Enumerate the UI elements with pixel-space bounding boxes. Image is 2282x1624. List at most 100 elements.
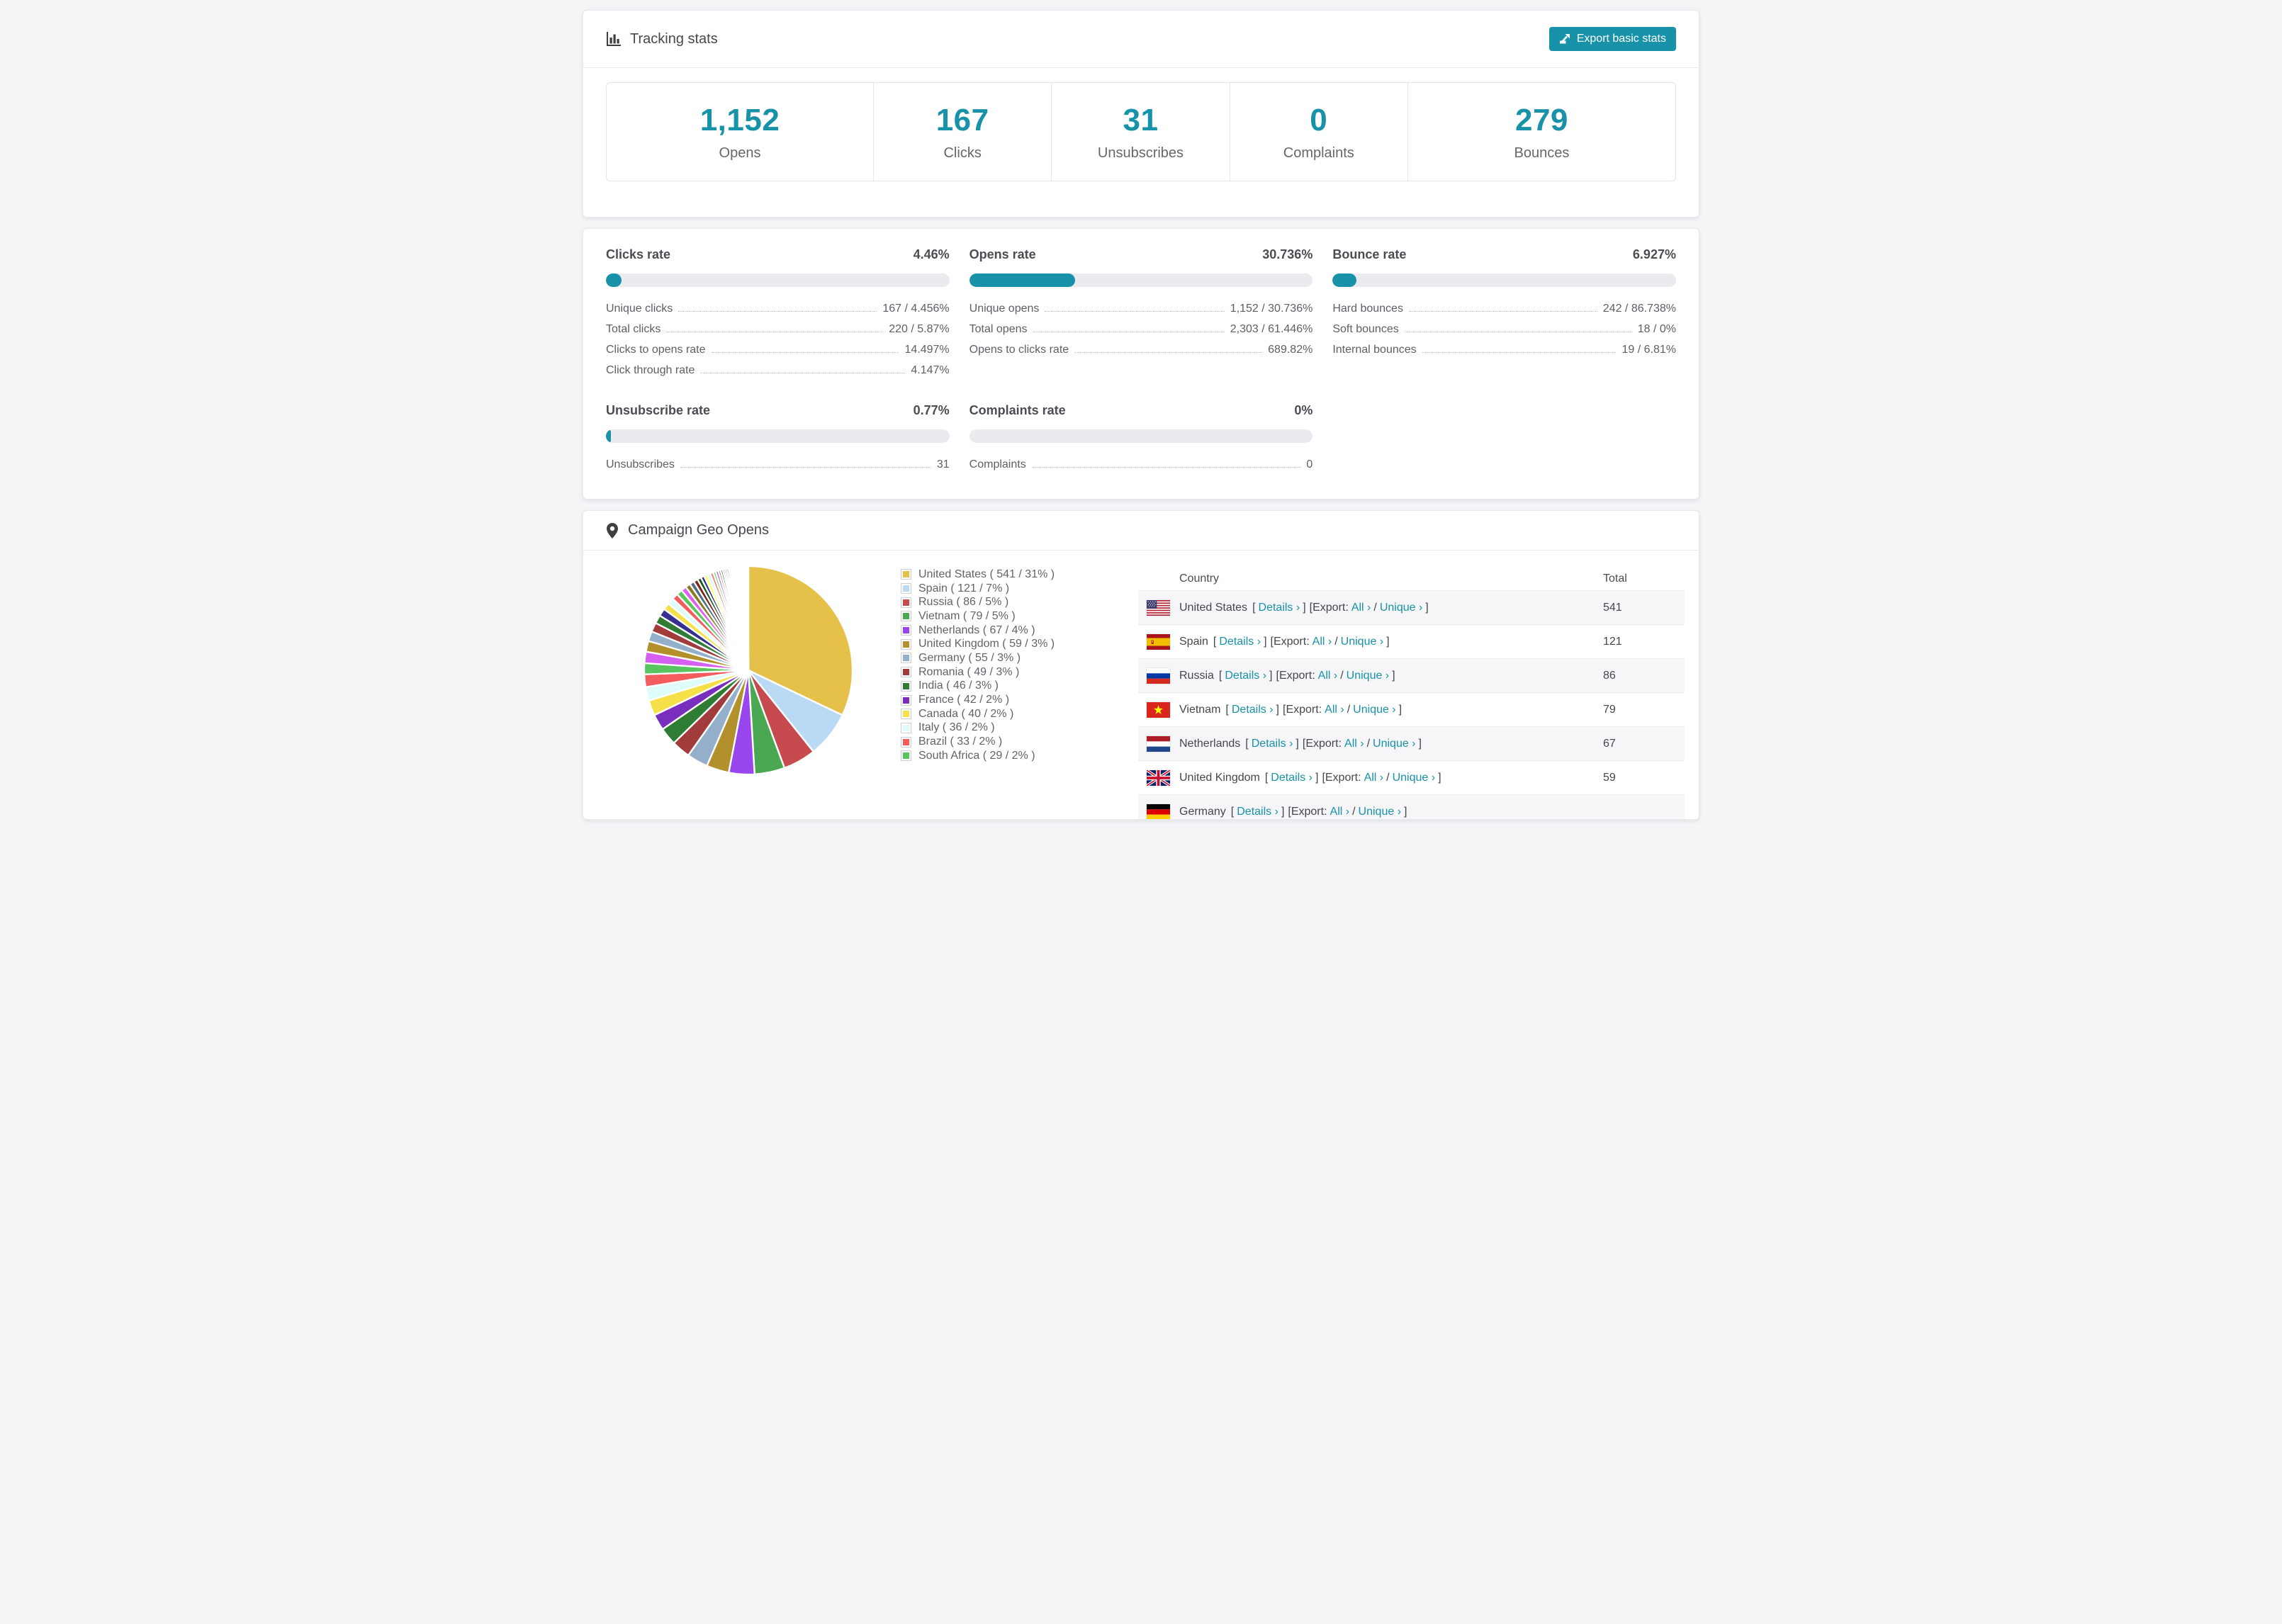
- legend-item[interactable]: United Kingdom ( 59 / 3% ): [901, 637, 1138, 651]
- legend-item[interactable]: Vietnam ( 79 / 5% ): [901, 609, 1138, 624]
- clicks-rate-title: Clicks rate: [606, 247, 671, 261]
- bounce-rate-progressbar: [1332, 274, 1676, 287]
- tracking-stats-header: Tracking stats Export basic stats: [583, 11, 1699, 68]
- legend-item[interactable]: Netherlands ( 67 / 4% ): [901, 624, 1138, 638]
- unsubscribe-rate-section: Unsubscribe rate 0.77% Unsubscribes 31: [606, 403, 950, 479]
- flag-vietnam-icon: [1147, 701, 1170, 718]
- legend-swatch: [901, 611, 911, 622]
- tracking-stats-title: Tracking stats: [606, 31, 718, 47]
- legend-swatch: [901, 597, 911, 608]
- stat-unsubscribes: 31 Unsubscribes: [1052, 83, 1230, 181]
- unsubscribes-label: Unsubscribes: [1097, 145, 1184, 161]
- legend-item[interactable]: Romania ( 49 / 3% ): [901, 665, 1138, 680]
- legend-item[interactable]: Brazil ( 33 / 2% ): [901, 735, 1138, 749]
- country-column-header: Country: [1179, 573, 1220, 585]
- export-all-link[interactable]: All ›: [1313, 636, 1332, 648]
- map-pin-icon: [606, 522, 619, 539]
- legend-item[interactable]: Russia ( 86 / 5% ): [901, 595, 1138, 609]
- flag-germany-icon: [1147, 803, 1170, 819]
- rates-card: Clicks rate 4.46% Unique clicks 167 / 4.4…: [583, 228, 1699, 500]
- legend-swatch: [901, 667, 911, 678]
- details-link[interactable]: Details ›: [1252, 738, 1293, 750]
- geo-pie-chart[interactable]: [642, 564, 855, 777]
- export-all-link[interactable]: All ›: [1325, 704, 1344, 716]
- legend-swatch: [901, 569, 911, 580]
- export-unique-link[interactable]: Unique ›: [1347, 670, 1389, 682]
- page-title: Tracking stats: [630, 30, 718, 47]
- table-row-united-kingdom: United Kingdom [Details ›] [Export: All ›…: [1138, 760, 1685, 794]
- export-unique-link[interactable]: Unique ›: [1373, 738, 1415, 750]
- legend-item[interactable]: Spain ( 121 / 7% ): [901, 582, 1138, 596]
- export-unique-link[interactable]: Unique ›: [1359, 806, 1401, 818]
- total-value: 541: [1603, 601, 1622, 614]
- total-column-header: Total: [1603, 573, 1627, 585]
- export-all-link[interactable]: All ›: [1330, 806, 1350, 818]
- opens-rate-value: 30.736%: [1262, 247, 1313, 261]
- geo-opens-card: Campaign Geo Opens United States ( 541 /…: [583, 510, 1699, 820]
- flag-netherlands-icon: [1147, 735, 1170, 752]
- clicks-count: 167: [935, 102, 989, 137]
- table-row-united-states: United States [Details ›] [Export: All › /…: [1138, 590, 1685, 624]
- complaints-count: 0: [1310, 102, 1328, 137]
- details-link[interactable]: Details ›: [1237, 806, 1278, 818]
- complaints-rate-progressbar: [969, 429, 1313, 443]
- export-icon: [1559, 33, 1570, 45]
- export-all-link[interactable]: All ›: [1351, 602, 1371, 614]
- legend-item[interactable]: France ( 42 / 2% ): [901, 693, 1138, 707]
- bar-chart-icon: [606, 31, 622, 47]
- export-all-link[interactable]: All ›: [1344, 738, 1364, 750]
- legend-swatch: [901, 736, 911, 748]
- flag-russia-icon: [1147, 667, 1170, 684]
- flag-united-states-icon: [1147, 599, 1170, 616]
- details-link[interactable]: Details ›: [1271, 772, 1313, 784]
- legend-item[interactable]: South Africa ( 29 / 2% ): [901, 749, 1138, 763]
- legend-item[interactable]: United States ( 541 / 31% ): [901, 568, 1138, 582]
- stat-row: Click through rate 4.147%: [606, 364, 950, 376]
- total-value: 67: [1603, 737, 1616, 750]
- legend-item[interactable]: India ( 46 / 3% ): [901, 680, 1138, 694]
- legend-item[interactable]: Germany ( 55 / 3% ): [901, 651, 1138, 665]
- export-unique-link[interactable]: Unique ›: [1341, 636, 1383, 648]
- table-row-vietnam: Vietnam [Details ›] [Export: All › / Unique…: [1138, 692, 1685, 726]
- details-link[interactable]: Details ›: [1232, 704, 1274, 716]
- clicks-rate-value: 4.46%: [913, 247, 950, 261]
- opens-count: 1,152: [699, 102, 780, 137]
- legend-item[interactable]: Italy ( 36 / 2% ): [901, 721, 1138, 735]
- table-row-germany-partial: Germany [Details ›] [Export: All › / Unique…: [1138, 794, 1685, 819]
- legend-swatch: [901, 638, 911, 650]
- geo-table-header: Country Total: [1138, 568, 1685, 590]
- export-all-link[interactable]: All ›: [1364, 772, 1384, 784]
- geo-pie-legend: United States ( 541 / 31% ) Spain ( 121 …: [901, 568, 1138, 819]
- legend-swatch: [901, 709, 911, 720]
- details-link[interactable]: Details ›: [1219, 636, 1261, 648]
- geo-table: Country Total United States [Details ›] …: [1138, 568, 1685, 819]
- legend-item[interactable]: Canada ( 40 / 2% ): [901, 707, 1138, 721]
- details-link[interactable]: Details ›: [1225, 670, 1266, 682]
- stat-row: Clicks to opens rate 14.497%: [606, 344, 950, 356]
- table-row-spain: Spain [Details ›] [Export: All › / Unique ›…: [1138, 624, 1685, 658]
- bounce-rate-value: 6.927%: [1632, 247, 1676, 261]
- legend-swatch: [901, 583, 911, 594]
- stat-row: Unsubscribes 31: [606, 458, 950, 470]
- export-unique-link[interactable]: Unique ›: [1380, 602, 1422, 614]
- export-basic-stats-button[interactable]: Export basic stats: [1548, 27, 1676, 51]
- stat-opens: 1,152 Opens: [607, 83, 874, 181]
- export-all-link[interactable]: All ›: [1318, 670, 1338, 682]
- opens-rate-progressbar: [969, 274, 1313, 287]
- complaints-rate-value: 0%: [1294, 403, 1313, 417]
- rates-grid: Clicks rate 4.46% Unique clicks 167 / 4.4…: [583, 229, 1699, 499]
- stats-row: 1,152 Opens 167 Clicks 31 Unsubscribes 0…: [606, 82, 1676, 181]
- details-link[interactable]: Details ›: [1259, 602, 1300, 614]
- clicks-rate-progressbar: [606, 274, 950, 287]
- export-button-label: Export basic stats: [1576, 33, 1666, 45]
- stat-bounces: 279 Bounces: [1408, 83, 1675, 181]
- legend-swatch: [901, 625, 911, 636]
- clicks-rate-section: Clicks rate 4.46% Unique clicks 167 / 4.4…: [606, 247, 950, 385]
- total-value: 79: [1603, 703, 1616, 716]
- complaints-rate-title: Complaints rate: [969, 403, 1066, 417]
- stat-row: Internal bounces 19 / 6.81%: [1332, 344, 1676, 356]
- export-unique-link[interactable]: Unique ›: [1353, 704, 1395, 716]
- bounces-label: Bounces: [1514, 145, 1570, 161]
- tracking-stats-card: Tracking stats Export basic stats 1,152 …: [583, 10, 1699, 218]
- export-unique-link[interactable]: Unique ›: [1393, 772, 1435, 784]
